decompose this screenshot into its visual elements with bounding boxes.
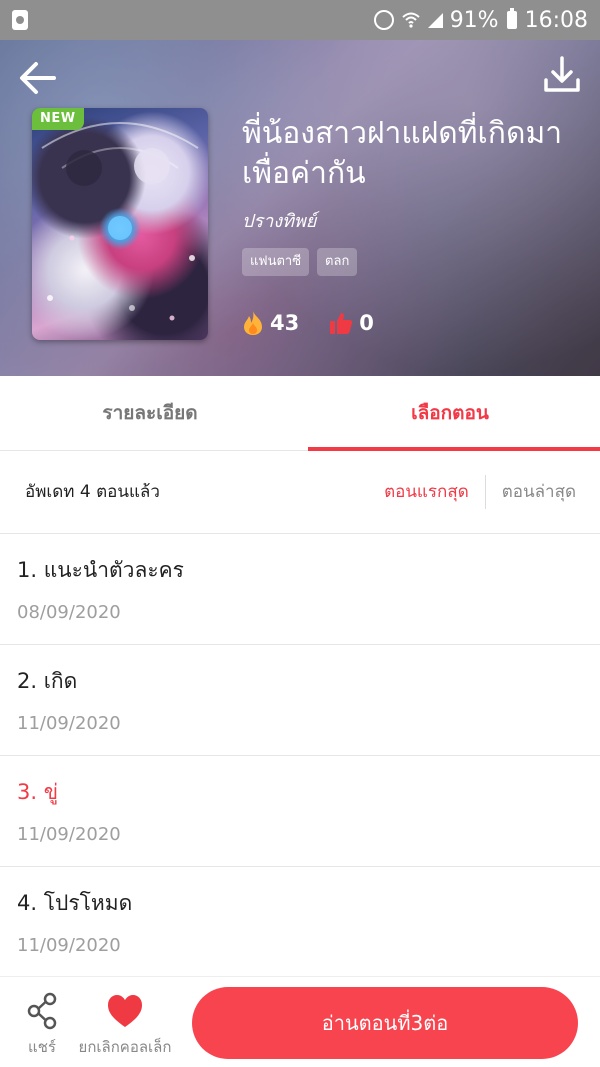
episode-title: 2. เกิด: [17, 669, 78, 693]
episode-list: 1. แนะนำตัวละคร 08/09/2020 2. เกิด 11/09…: [0, 534, 600, 978]
tab-bar: รายละเอียด เลือกตอน: [0, 376, 600, 451]
episode-date: 11/09/2020: [17, 824, 121, 845]
fire-stat: 43: [242, 310, 299, 336]
episode-title: 3. ขู่: [17, 780, 59, 804]
episode-date: 11/09/2020: [17, 713, 121, 734]
thumbs-up-icon: [330, 313, 353, 334]
back-button[interactable]: [16, 56, 60, 100]
fire-icon: [244, 311, 262, 335]
tab-details[interactable]: รายละเอียด: [0, 376, 300, 450]
share-button[interactable]: แชร์: [14, 991, 70, 1057]
cover-art: [41, 122, 199, 321]
fire-count: 43: [270, 311, 300, 335]
battery-icon: [506, 8, 517, 29]
like-count: 0: [359, 311, 374, 335]
episode-item[interactable]: 2. เกิด 11/09/2020: [0, 645, 600, 756]
story-title: พี่น้องสาวฝาแฝดที่เกิดมาเพื่อค่ากัน: [242, 116, 563, 191]
episode-title: 1. แนะนำตัวละคร: [17, 558, 184, 582]
story-stats: 43 0: [242, 310, 404, 336]
new-badge: NEW: [32, 108, 84, 130]
battery-percent: 91%: [449, 7, 499, 33]
like-stat[interactable]: 0: [329, 311, 374, 335]
bottom-action-bar: แชร์ ยกเลิกคอลเล็ก อ่านตอนที่3ต่อ: [0, 976, 600, 1067]
cover-image[interactable]: [32, 108, 208, 340]
continue-reading-button[interactable]: อ่านตอนที่3ต่อ: [192, 987, 578, 1059]
tag-comedy[interactable]: ตลก: [317, 248, 358, 276]
episode-date: 08/09/2020: [17, 602, 121, 623]
heart-icon: [108, 995, 142, 1027]
episode-item-current[interactable]: 3. ขู่ 11/09/2020: [0, 756, 600, 867]
episode-title: 4. โปรโหมด: [17, 891, 133, 915]
episode-item[interactable]: 1. แนะนำตัวละคร 08/09/2020: [0, 534, 600, 645]
alarm-icon: [373, 10, 394, 30]
episode-date: 11/09/2020: [17, 935, 121, 956]
screen: 91% 16:08 NEW พี่น้องสาวฝาแฝดที่เกิดมาเพ…: [0, 0, 600, 1067]
uncollect-label: ยกเลิกคอลเล็ก: [78, 1038, 172, 1056]
download-button[interactable]: [540, 54, 584, 98]
status-bar: 91% 16:08: [0, 0, 600, 40]
tab-episodes[interactable]: เลือกตอน: [300, 376, 600, 451]
sort-options: ตอนแรกสุด ตอนล่าสุด: [368, 475, 576, 509]
share-icon: [27, 992, 57, 1030]
status-time: 16:08: [524, 7, 588, 33]
sort-first-button[interactable]: ตอนแรกสุด: [368, 475, 485, 509]
story-header: NEW พี่น้องสาวฝาแฝดที่เกิดมาเพื่อค่ากัน …: [0, 40, 600, 376]
status-indicators: 91% 16:08: [373, 0, 588, 40]
download-icon: [544, 56, 580, 92]
wifi-icon: [402, 11, 420, 29]
signal-icon: [426, 11, 444, 29]
tag-fantasy[interactable]: แฟนตาซี: [242, 248, 310, 276]
sort-latest-button[interactable]: ตอนล่าสุด: [486, 475, 576, 509]
uncollect-button[interactable]: ยกเลิกคอลเล็ก: [72, 991, 178, 1057]
episode-summary-bar: อัพเดท 4 ตอนแล้ว ตอนแรกสุด ตอนล่าสุด: [0, 451, 600, 534]
genre-tags: แฟนตาซี ตลก: [242, 248, 358, 276]
episode-item[interactable]: 4. โปรโหมด 11/09/2020: [0, 867, 600, 978]
author-name[interactable]: ปรางทิพย์: [242, 206, 316, 235]
share-label: แชร์: [28, 1038, 56, 1056]
notification-icon: [12, 10, 28, 30]
update-count: อัพเดท 4 ตอนแล้ว: [25, 482, 160, 502]
back-arrow-icon: [20, 62, 56, 94]
